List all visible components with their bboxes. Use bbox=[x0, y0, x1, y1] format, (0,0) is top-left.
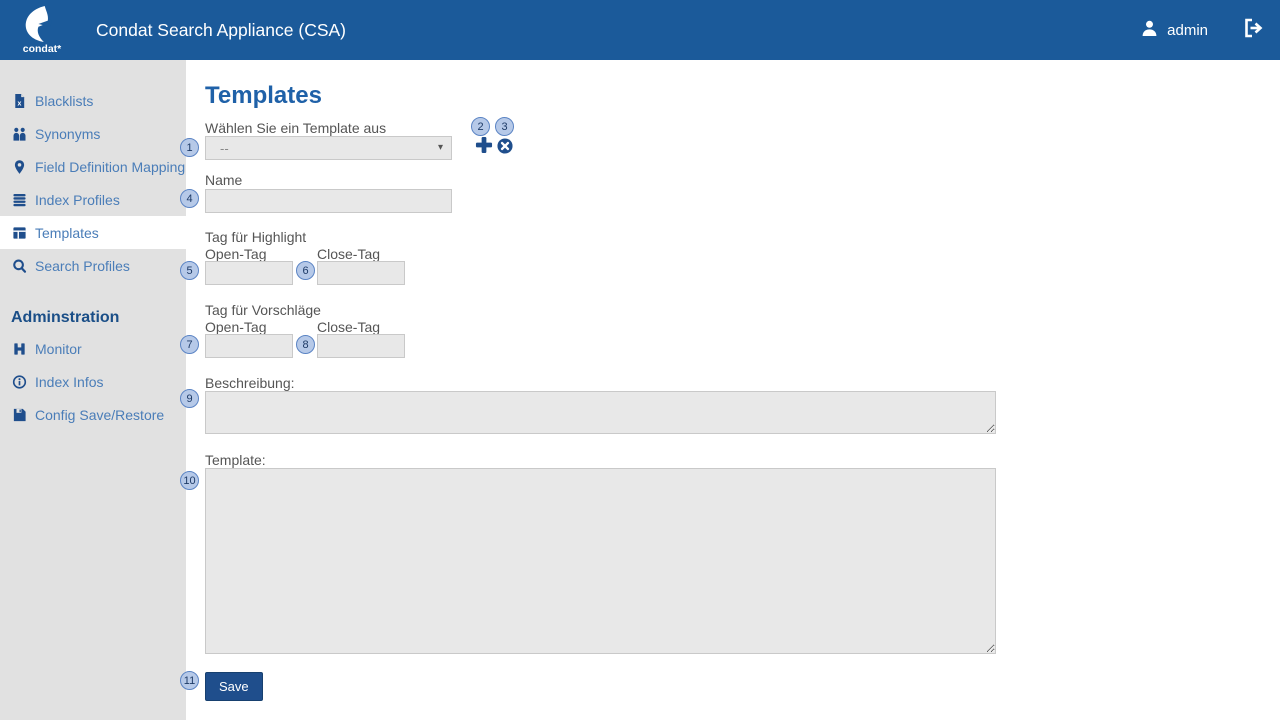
svg-text:x: x bbox=[17, 100, 21, 107]
user-menu[interactable]: admin bbox=[1140, 19, 1208, 42]
sidebar-item-config-save-restore[interactable]: Config Save/Restore bbox=[0, 398, 186, 431]
name-label: Name bbox=[205, 172, 242, 188]
sidebar-item-label: Index Profiles bbox=[35, 192, 120, 208]
template-select-value: -- bbox=[220, 141, 229, 156]
app-header: condat* Condat Search Appliance (CSA) ad… bbox=[0, 0, 1280, 60]
user-icon bbox=[1140, 19, 1159, 42]
suggest-close-tag-input[interactable] bbox=[317, 334, 405, 358]
list-bars-icon bbox=[11, 192, 27, 208]
highlight-close-tag-input[interactable] bbox=[317, 261, 405, 285]
description-label: Beschreibung: bbox=[205, 375, 295, 391]
sidebar-item-label: Index Infos bbox=[35, 374, 104, 390]
sidebar-item-templates[interactable]: Templates bbox=[0, 216, 186, 249]
plus-icon bbox=[475, 136, 493, 154]
sidebar-item-label: Search Profiles bbox=[35, 258, 130, 274]
chevron-down-icon: ▾ bbox=[438, 142, 443, 153]
suggest-close-tag-label: Close-Tag bbox=[317, 319, 380, 335]
times-circle-icon bbox=[497, 138, 513, 154]
template-select[interactable]: -- ▾ bbox=[205, 136, 452, 160]
sidebar-item-synonyms[interactable]: Synonyms bbox=[0, 117, 186, 150]
sidebar-item-index-profiles[interactable]: Index Profiles bbox=[0, 183, 186, 216]
page-title: Templates bbox=[205, 82, 322, 110]
sidebar-item-label: Synonyms bbox=[35, 126, 100, 142]
name-input[interactable] bbox=[205, 189, 452, 213]
annotation-badge-2: 2 bbox=[471, 117, 490, 136]
condat-logo: condat* bbox=[14, 6, 70, 55]
add-template-button[interactable] bbox=[475, 136, 493, 154]
info-icon bbox=[11, 374, 27, 390]
highlight-close-tag-label: Close-Tag bbox=[317, 246, 380, 262]
condat-logo-icon bbox=[22, 6, 62, 42]
sidebar-item-index-infos[interactable]: Index Infos bbox=[0, 365, 186, 398]
annotation-badge-8: 8 bbox=[296, 335, 315, 354]
sidebar-item-label: Monitor bbox=[35, 341, 82, 357]
sidebar-item-field-definition-mapping[interactable]: Field Definition Mapping bbox=[0, 150, 186, 183]
logo-text: condat* bbox=[23, 43, 62, 55]
sidebar-item-label: Blacklists bbox=[35, 93, 93, 109]
suggest-group-label: Tag für Vorschläge bbox=[205, 302, 321, 318]
sidebar-item-label: Templates bbox=[35, 225, 99, 241]
monitor-icon bbox=[11, 341, 27, 357]
save-button[interactable]: Save bbox=[205, 672, 263, 701]
highlight-open-tag-label: Open-Tag bbox=[205, 246, 266, 262]
sidebar-section-title: Adminstration bbox=[0, 306, 186, 330]
annotation-badge-3: 3 bbox=[495, 117, 514, 136]
logout-icon[interactable] bbox=[1242, 17, 1264, 44]
annotation-badge-6: 6 bbox=[296, 261, 315, 280]
suggest-open-tag-input[interactable] bbox=[205, 334, 293, 358]
user-name: admin bbox=[1167, 22, 1208, 39]
template-select-label: Wählen Sie ein Template aus bbox=[205, 120, 386, 136]
highlight-group-label: Tag für Highlight bbox=[205, 229, 306, 245]
main-content: Templates Wählen Sie ein Template aus --… bbox=[186, 60, 1280, 720]
annotation-badge-10: 10 bbox=[180, 471, 199, 490]
description-textarea[interactable] bbox=[205, 391, 996, 434]
blacklist-file-icon: x bbox=[11, 93, 27, 109]
suggest-open-tag-label: Open-Tag bbox=[205, 319, 266, 335]
template-label: Template: bbox=[205, 452, 266, 468]
template-textarea[interactable] bbox=[205, 468, 996, 654]
sidebar-item-monitor[interactable]: Monitor bbox=[0, 332, 186, 365]
sidebar-item-label: Field Definition Mapping bbox=[35, 159, 185, 175]
columns-icon bbox=[11, 225, 27, 241]
sidebar-item-blacklists[interactable]: x Blacklists bbox=[0, 84, 186, 117]
search-icon bbox=[11, 258, 27, 274]
annotation-badge-9: 9 bbox=[180, 389, 199, 408]
synonyms-people-icon bbox=[11, 126, 27, 142]
app-title: Condat Search Appliance (CSA) bbox=[96, 20, 346, 41]
delete-template-button[interactable] bbox=[497, 138, 515, 156]
sidebar-item-label: Config Save/Restore bbox=[35, 407, 164, 423]
annotation-badge-4: 4 bbox=[180, 189, 199, 208]
highlight-open-tag-input[interactable] bbox=[205, 261, 293, 285]
annotation-badge-7: 7 bbox=[180, 335, 199, 354]
save-icon bbox=[11, 407, 27, 423]
annotation-badge-11: 11 bbox=[180, 671, 199, 690]
map-marker-icon bbox=[11, 159, 27, 175]
annotation-badge-5: 5 bbox=[180, 261, 199, 280]
sidebar-item-search-profiles[interactable]: Search Profiles bbox=[0, 249, 186, 282]
sidebar: x Blacklists Synonyms Field Definition M… bbox=[0, 60, 186, 720]
annotation-badge-1: 1 bbox=[180, 138, 199, 157]
